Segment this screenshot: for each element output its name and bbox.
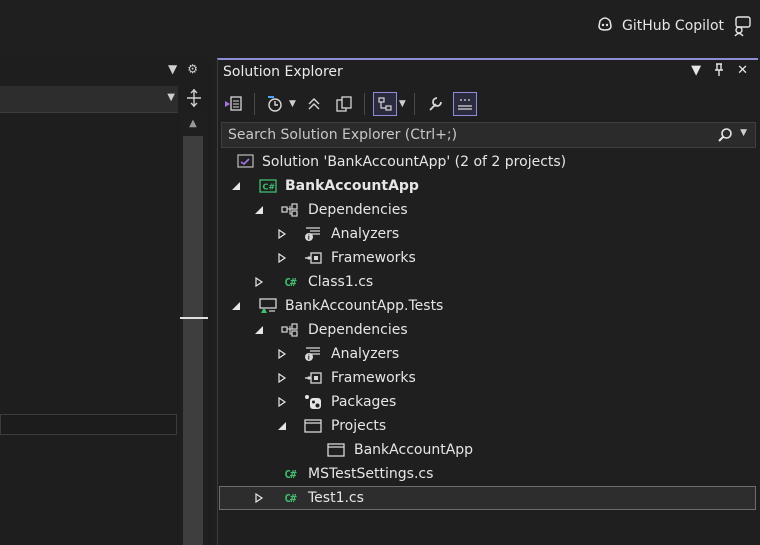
properties-wrench-icon[interactable] (423, 92, 447, 116)
search-icon[interactable] (717, 127, 733, 143)
tree-label: BankAccountApp (285, 178, 419, 194)
tree-item-frameworks[interactable]: Frameworks (219, 246, 756, 270)
show-all-files-dropdown-caret-icon[interactable]: ▼ (399, 99, 406, 109)
csharp-file-icon: C# (284, 467, 296, 481)
tree-item-dependencies[interactable]: Dependencies (219, 198, 756, 222)
tree-label: BankAccountApp.Tests (285, 298, 444, 314)
expand-arrow-icon[interactable] (276, 348, 288, 360)
scrollbar-marker (180, 317, 208, 319)
search-options-caret-icon[interactable]: ▼ (740, 128, 747, 138)
analyzers-icon: i (304, 226, 322, 242)
history-dropdown-caret-icon[interactable]: ▼ (289, 99, 296, 109)
expand-arrow-icon[interactable] (253, 276, 265, 288)
copy-icon[interactable] (332, 92, 356, 116)
github-copilot-button[interactable]: GitHub Copilot (596, 16, 724, 36)
tree-label: Frameworks (331, 250, 416, 266)
tree-item-project-bankaccountapp[interactable]: C# BankAccountApp (219, 174, 756, 198)
tree-label: BankAccountApp (354, 442, 474, 458)
tree-label: Test1.cs (308, 490, 364, 506)
tree-label: Analyzers (331, 346, 400, 362)
tree-label: Dependencies (308, 202, 408, 218)
tree-item-dependencies[interactable]: Dependencies (219, 318, 756, 342)
collapse-arrow-icon[interactable] (230, 300, 242, 312)
csharp-file-icon: C# (284, 275, 296, 289)
toolbar-separator (363, 93, 365, 115)
tree-item-frameworks[interactable]: Frameworks (219, 366, 756, 390)
frameworks-icon (304, 370, 322, 386)
close-icon[interactable]: ✕ (737, 63, 748, 81)
expand-arrow-icon[interactable] (253, 492, 265, 504)
solution-explorer-toolbar: ▼ ▼ (222, 88, 477, 120)
scrollbar-track[interactable] (183, 136, 203, 545)
pin-icon[interactable] (713, 63, 725, 81)
gear-icon[interactable]: ⚙ (187, 62, 198, 76)
tree-label: MSTestSettings.cs (308, 466, 434, 482)
search-placeholder: Search Solution Explorer (Ctrl+;) (228, 127, 458, 143)
tree-label: Class1.cs (308, 274, 374, 290)
dependencies-icon (281, 202, 299, 218)
frameworks-icon (304, 250, 322, 266)
expand-arrow-icon[interactable] (276, 372, 288, 384)
show-all-files-icon[interactable] (372, 92, 397, 116)
tree-label: Projects (331, 418, 387, 434)
svg-text:i: i (308, 235, 310, 242)
collapse-arrow-icon[interactable] (276, 420, 288, 432)
test-project-icon (259, 298, 277, 314)
tree-item-project-tests[interactable]: BankAccountApp.Tests (219, 294, 756, 318)
tree-item-mstestsettings[interactable]: C# MSTestSettings.cs (219, 462, 756, 486)
csharp-file-icon: C# (284, 491, 296, 505)
solution-icon (237, 154, 255, 170)
analyzers-icon: i (304, 346, 322, 362)
tree-item-solution[interactable]: Solution 'BankAccountApp' (2 of 2 projec… (219, 150, 756, 174)
collapse-all-icon[interactable] (302, 92, 326, 116)
tree-item-packages[interactable]: Packages (219, 390, 756, 414)
solution-explorer-title-bar: Solution Explorer ▼ ✕ (217, 60, 760, 84)
history-icon[interactable] (263, 92, 287, 116)
github-copilot-label: GitHub Copilot (621, 18, 724, 34)
toolbar-separator (413, 93, 415, 115)
tree-label: Packages (331, 394, 397, 410)
svg-text:i: i (308, 355, 310, 362)
tree-item-test1[interactable]: C# Test1.cs (219, 486, 756, 510)
collapse-arrow-icon[interactable] (253, 324, 265, 336)
tree-label: Analyzers (331, 226, 400, 242)
scroll-up-icon[interactable]: ▲ (183, 116, 203, 132)
tree-label: Solution 'BankAccountApp' (2 of 2 projec… (262, 154, 567, 170)
tree-item-analyzers[interactable]: i Analyzers (219, 342, 756, 366)
expand-arrow-icon[interactable] (276, 396, 288, 408)
switch-views-icon[interactable] (222, 92, 246, 116)
dependencies-icon (281, 322, 299, 338)
tree-item-projects[interactable]: Projects (219, 414, 756, 438)
solution-explorer-title: Solution Explorer (223, 64, 343, 80)
github-copilot-icon (596, 16, 614, 36)
tree-label: Dependencies (308, 322, 408, 338)
navigation-dropdown[interactable]: ▼ (0, 86, 178, 113)
preview-selected-icon[interactable] (452, 92, 477, 116)
projects-folder-icon (304, 418, 322, 434)
project-reference-icon (327, 442, 345, 458)
svg-text:C#: C# (263, 183, 276, 192)
dropdown-caret-icon[interactable]: ▼ (168, 62, 177, 76)
editor-bottom-field[interactable] (0, 414, 177, 435)
expand-arrow-icon[interactable] (276, 252, 288, 264)
toolbar-separator (254, 93, 255, 115)
tree-item-project-reference[interactable]: BankAccountApp (219, 438, 756, 462)
editor-window-controls: ▼ ⚙ (168, 62, 198, 76)
split-window-icon[interactable] (184, 88, 204, 108)
chevron-down-icon: ▼ (167, 92, 175, 103)
tree-label: Frameworks (331, 370, 416, 386)
collapse-arrow-icon[interactable] (253, 204, 265, 216)
feedback-icon[interactable] (730, 14, 754, 38)
collapse-arrow-icon[interactable] (230, 180, 242, 192)
expand-arrow-icon[interactable] (276, 228, 288, 240)
tree-item-analyzers[interactable]: i Analyzers (219, 222, 756, 246)
packages-icon (304, 394, 322, 410)
csharp-project-icon: C# (259, 178, 277, 194)
solution-explorer-search-input[interactable]: Search Solution Explorer (Ctrl+;) ▼ (221, 122, 756, 148)
window-position-dropdown-icon[interactable]: ▼ (691, 63, 701, 81)
tree-item-class1[interactable]: C# Class1.cs (219, 270, 756, 294)
